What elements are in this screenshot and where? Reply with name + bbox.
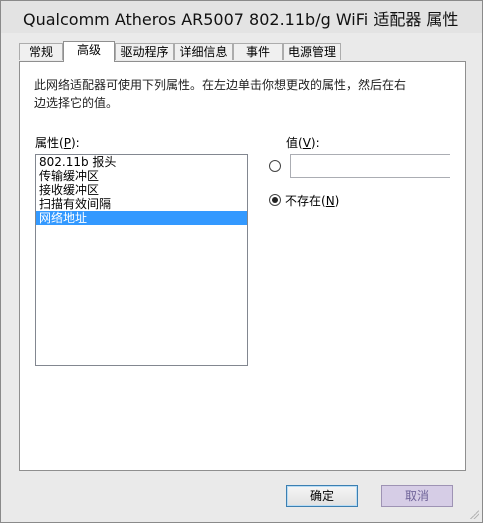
advanced-panel: 此网络适配器可使用下列属性。在左边单击你想更改的属性，然后在右 边选择它的值。 … bbox=[19, 61, 466, 471]
description-line-1: 此网络适配器可使用下列属性。在左边单击你想更改的属性，然后在右 bbox=[34, 78, 407, 92]
property-listbox[interactable]: 802.11b 报头 传输缓冲区 接收缓冲区 扫描有效间隔 网络地址 bbox=[35, 154, 248, 366]
ok-button[interactable]: 确定 bbox=[286, 485, 358, 507]
window-title: Qualcomm Atheros AR5007 802.11b/g WiFi 适… bbox=[23, 10, 459, 29]
resize-grip[interactable] bbox=[469, 509, 479, 519]
description-line-2: 边选择它的值。 bbox=[34, 96, 119, 110]
list-item[interactable]: 802.11b 报头 bbox=[36, 155, 247, 169]
list-item[interactable]: 接收缓冲区 bbox=[36, 183, 247, 197]
tab-details[interactable]: 详细信息 bbox=[174, 43, 233, 60]
property-label: 属性(P): bbox=[35, 136, 80, 150]
tab-events[interactable]: 事件 bbox=[233, 43, 283, 60]
value-input[interactable] bbox=[290, 154, 450, 178]
tab-driver[interactable]: 驱动程序 bbox=[115, 43, 174, 60]
cancel-button[interactable]: 取消 bbox=[381, 485, 453, 507]
tab-power-management[interactable]: 电源管理 bbox=[283, 43, 341, 60]
tab-general[interactable]: 常规 bbox=[19, 43, 63, 60]
not-present-label: 不存在(N) bbox=[285, 194, 340, 208]
value-radio[interactable] bbox=[269, 160, 281, 172]
description-text: 此网络适配器可使用下列属性。在左边单击你想更改的属性，然后在右 边选择它的值。 bbox=[34, 76, 414, 112]
list-item[interactable]: 扫描有效间隔 bbox=[36, 197, 247, 211]
not-present-radio[interactable] bbox=[269, 194, 281, 206]
title-bar[interactable]: Qualcomm Atheros AR5007 802.11b/g WiFi 适… bbox=[1, 1, 482, 33]
properties-dialog: Qualcomm Atheros AR5007 802.11b/g WiFi 适… bbox=[0, 0, 483, 523]
list-item[interactable]: 传输缓冲区 bbox=[36, 169, 247, 183]
tab-advanced[interactable]: 高级 bbox=[63, 41, 115, 62]
radio-selected-dot bbox=[272, 197, 278, 203]
value-label: 值(V): bbox=[286, 136, 320, 150]
list-item-selected[interactable]: 网络地址 bbox=[36, 211, 247, 225]
